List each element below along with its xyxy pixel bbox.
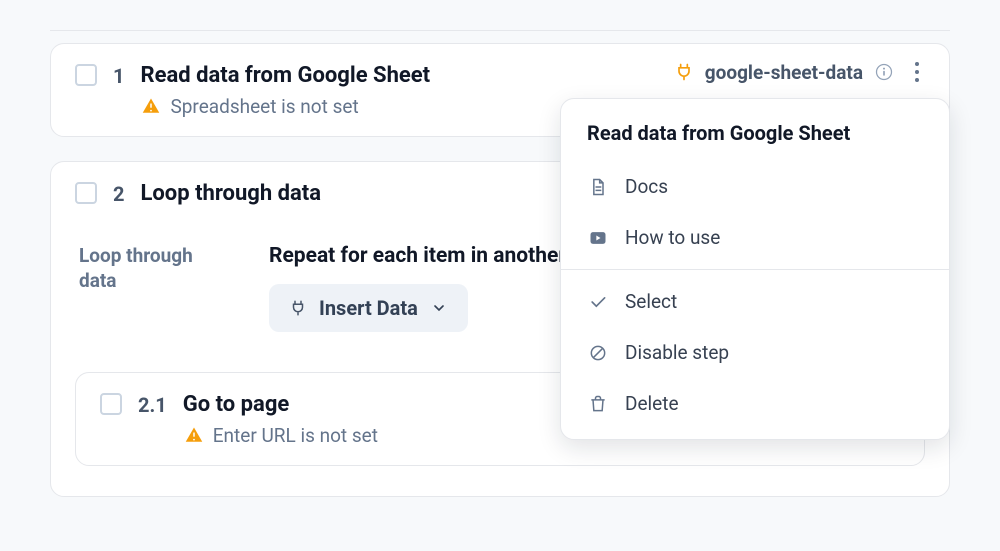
integration-label: google-sheet-data bbox=[705, 61, 863, 84]
step-1-checkbox[interactable] bbox=[75, 64, 97, 86]
insert-data-button-label: Insert Data bbox=[319, 296, 418, 320]
plug-icon bbox=[673, 61, 695, 83]
menu-title: Read data from Google Sheet bbox=[561, 117, 949, 161]
play-icon bbox=[587, 227, 609, 249]
warning-icon bbox=[140, 95, 162, 117]
step-1-warning-text: Spreadsheet is not set bbox=[170, 95, 358, 118]
menu-item-delete[interactable]: Delete bbox=[561, 378, 949, 429]
menu-item-select-label: Select bbox=[625, 290, 677, 313]
menu-item-disable[interactable]: Disable step bbox=[561, 327, 949, 378]
step-2-title: Loop through data bbox=[140, 180, 321, 209]
menu-item-disable-label: Disable step bbox=[625, 341, 729, 364]
step-2-number: 2 bbox=[113, 182, 124, 206]
step-1-more-menu-button[interactable] bbox=[905, 58, 929, 86]
step-1-title: Read data from Google Sheet bbox=[140, 62, 430, 91]
menu-item-docs-label: Docs bbox=[625, 175, 668, 198]
top-separator bbox=[50, 30, 950, 31]
menu-separator bbox=[561, 269, 949, 270]
step-2-1-title: Go to page bbox=[183, 391, 378, 420]
step-2-1-number: 2.1 bbox=[138, 393, 167, 417]
menu-item-howto-label: How to use bbox=[625, 226, 720, 249]
trash-icon bbox=[587, 393, 609, 415]
step-1-number: 1 bbox=[113, 64, 124, 88]
info-icon[interactable] bbox=[873, 61, 895, 83]
menu-item-select[interactable]: Select bbox=[561, 276, 949, 327]
warning-icon bbox=[183, 424, 205, 446]
step-2-checkbox[interactable] bbox=[75, 182, 97, 204]
field-label-loop: Loop through data bbox=[79, 244, 229, 293]
plug-icon bbox=[287, 297, 309, 319]
check-icon bbox=[587, 291, 609, 313]
step-2-1-checkbox[interactable] bbox=[100, 393, 122, 415]
menu-item-delete-label: Delete bbox=[625, 392, 679, 415]
step-2-1-warning-text: Enter URL is not set bbox=[213, 424, 378, 447]
menu-item-docs[interactable]: Docs bbox=[561, 161, 949, 212]
insert-data-button[interactable]: Insert Data bbox=[269, 284, 468, 332]
doc-icon bbox=[587, 176, 609, 198]
chevron-down-icon bbox=[428, 297, 450, 319]
disable-icon bbox=[587, 342, 609, 364]
step-context-menu: Read data from Google Sheet Docs How to … bbox=[560, 98, 950, 440]
menu-item-howto[interactable]: How to use bbox=[561, 212, 949, 263]
